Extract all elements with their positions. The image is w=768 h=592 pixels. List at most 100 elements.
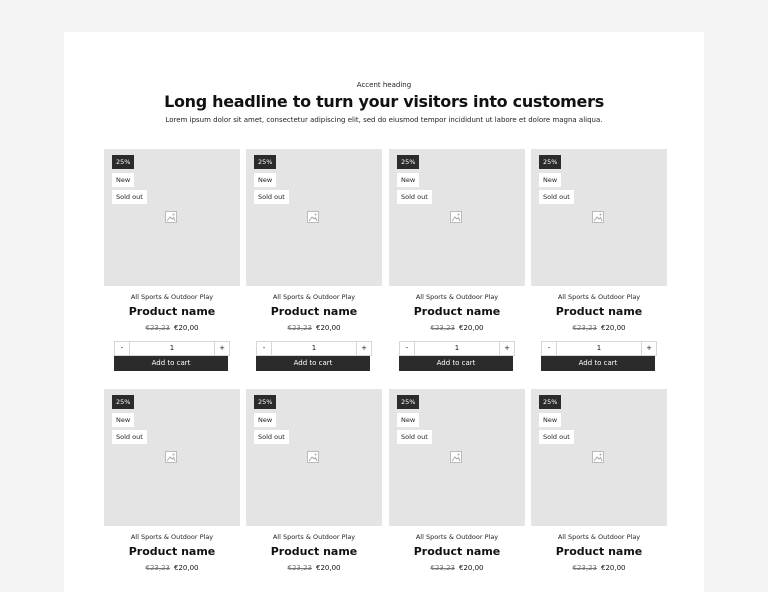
sold-out-badge: Sold out [254, 190, 289, 204]
old-price: €23,23 [430, 564, 456, 572]
sold-out-badge: Sold out [112, 430, 147, 444]
product-name[interactable]: Product name [104, 305, 240, 318]
discount-badge: 25% [539, 395, 562, 409]
product-name[interactable]: Product name [389, 305, 525, 318]
quantity-decrease-button[interactable]: - [115, 342, 130, 355]
product-name[interactable]: Product name [531, 545, 667, 558]
product-image[interactable]: 25% New Sold out [531, 389, 667, 526]
quantity-stepper: - 1 + [256, 341, 372, 356]
sold-out-badge: Sold out [397, 430, 432, 444]
product-price: €23,23 €20,00 [531, 564, 667, 572]
product-price: €23,23 €20,00 [104, 564, 240, 572]
new-badge: New [112, 413, 135, 427]
product-name[interactable]: Product name [104, 545, 240, 558]
new-badge: New [397, 413, 420, 427]
add-to-cart-button[interactable]: Add to cart [541, 356, 655, 371]
discount-badge: 25% [397, 155, 420, 169]
image-placeholder-icon [592, 451, 604, 463]
product-image[interactable]: 25% New Sold out [389, 389, 525, 526]
product-price: €23,23 €20,00 [246, 564, 382, 572]
image-placeholder-icon [450, 451, 462, 463]
old-price: €23,23 [287, 324, 313, 332]
product-category: All Sports & Outdoor Play [415, 533, 499, 541]
old-price: €23,23 [572, 324, 598, 332]
product-price: €23,23 €20,00 [531, 324, 667, 332]
product-image[interactable]: 25% New Sold out [104, 389, 240, 526]
image-placeholder-icon [450, 211, 462, 223]
product-image[interactable]: 25% New Sold out [246, 389, 382, 526]
add-to-cart-button[interactable]: Add to cart [256, 356, 370, 371]
accent-heading: Accent heading [356, 81, 412, 89]
quantity-stepper: - 1 + [399, 341, 515, 356]
old-price: €23,23 [572, 564, 598, 572]
new-badge: New [254, 413, 277, 427]
quantity-input[interactable]: 1 [272, 342, 356, 355]
new-badge: New [397, 173, 420, 187]
product-category: All Sports & Outdoor Play [557, 293, 641, 301]
quantity-input[interactable]: 1 [415, 342, 499, 355]
product-name[interactable]: Product name [531, 305, 667, 318]
quantity-decrease-button[interactable]: - [542, 342, 557, 355]
product-category: All Sports & Outdoor Play [272, 293, 356, 301]
product-price: €23,23 €20,00 [389, 564, 525, 572]
discount-badge: 25% [539, 155, 562, 169]
image-placeholder-icon [592, 211, 604, 223]
quantity-decrease-button[interactable]: - [400, 342, 415, 355]
old-price: €23,23 [287, 564, 313, 572]
quantity-increase-button[interactable]: + [214, 342, 229, 355]
image-placeholder-icon [307, 451, 319, 463]
quantity-increase-button[interactable]: + [356, 342, 371, 355]
product-category: All Sports & Outdoor Play [130, 293, 214, 301]
old-price: €23,23 [145, 324, 171, 332]
product-image[interactable]: 25% New Sold out [531, 149, 667, 286]
page-container: Accent heading Long headline to turn you… [64, 32, 704, 592]
discount-badge: 25% [397, 395, 420, 409]
quantity-stepper: - 1 + [114, 341, 230, 356]
page-headline: Long headline to turn your visitors into… [164, 92, 604, 111]
product-image[interactable]: 25% New Sold out [389, 149, 525, 286]
product-image[interactable]: 25% New Sold out [104, 149, 240, 286]
discount-badge: 25% [254, 395, 277, 409]
old-price: €23,23 [145, 564, 171, 572]
quantity-stepper: - 1 + [541, 341, 657, 356]
current-price: €20,00 [459, 564, 484, 572]
quantity-input[interactable]: 1 [557, 342, 641, 355]
sold-out-badge: Sold out [112, 190, 147, 204]
current-price: €20,00 [174, 564, 199, 572]
image-placeholder-icon [165, 451, 177, 463]
product-name[interactable]: Product name [389, 545, 525, 558]
product-price: €23,23 €20,00 [389, 324, 525, 332]
product-image[interactable]: 25% New Sold out [246, 149, 382, 286]
discount-badge: 25% [112, 155, 135, 169]
image-placeholder-icon [165, 211, 177, 223]
new-badge: New [112, 173, 135, 187]
hero-subtext: Lorem ipsum dolor sit amet, consectetur … [165, 116, 603, 124]
current-price: €20,00 [601, 324, 626, 332]
add-to-cart-button[interactable]: Add to cart [114, 356, 228, 371]
sold-out-badge: Sold out [539, 430, 574, 444]
discount-badge: 25% [112, 395, 135, 409]
quantity-increase-button[interactable]: + [641, 342, 656, 355]
product-name[interactable]: Product name [246, 305, 382, 318]
sold-out-badge: Sold out [397, 190, 432, 204]
add-to-cart-button[interactable]: Add to cart [399, 356, 513, 371]
current-price: €20,00 [316, 324, 341, 332]
product-price: €23,23 €20,00 [246, 324, 382, 332]
current-price: €20,00 [459, 324, 484, 332]
quantity-input[interactable]: 1 [130, 342, 214, 355]
sold-out-badge: Sold out [254, 430, 289, 444]
product-name[interactable]: Product name [246, 545, 382, 558]
new-badge: New [539, 173, 562, 187]
current-price: €20,00 [601, 564, 626, 572]
quantity-decrease-button[interactable]: - [257, 342, 272, 355]
new-badge: New [539, 413, 562, 427]
current-price: €20,00 [316, 564, 341, 572]
product-category: All Sports & Outdoor Play [272, 533, 356, 541]
quantity-increase-button[interactable]: + [499, 342, 514, 355]
discount-badge: 25% [254, 155, 277, 169]
current-price: €20,00 [174, 324, 199, 332]
sold-out-badge: Sold out [539, 190, 574, 204]
new-badge: New [254, 173, 277, 187]
product-category: All Sports & Outdoor Play [557, 533, 641, 541]
product-category: All Sports & Outdoor Play [130, 533, 214, 541]
